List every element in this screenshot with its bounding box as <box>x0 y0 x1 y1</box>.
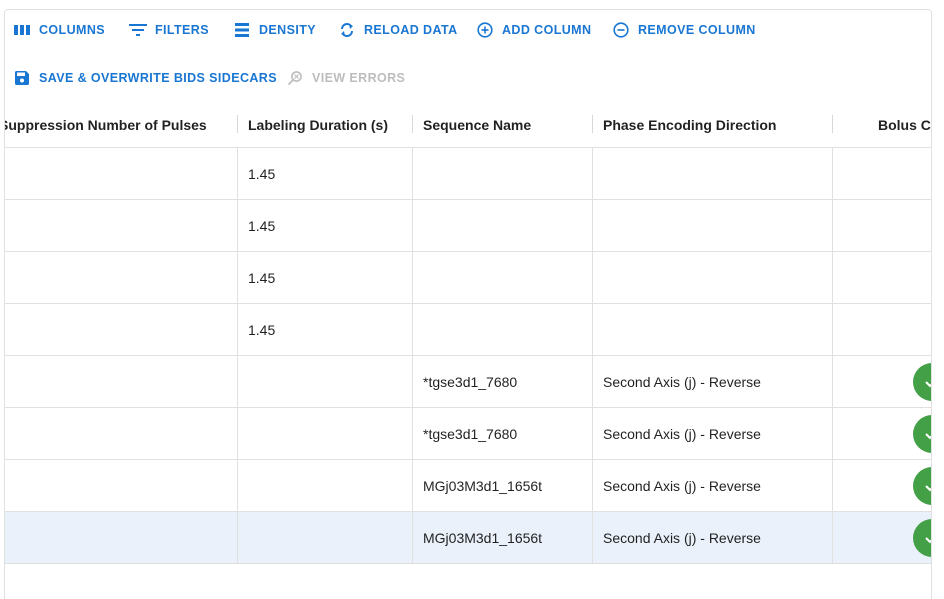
cell-phase-encoding[interactable] <box>593 200 833 252</box>
table-row[interactable]: *tgse3d1_7680 Second Axis (j) - Reverse <box>5 356 931 408</box>
column-header-label: Labeling Duration (s) <box>248 117 388 133</box>
reload-icon <box>338 21 356 39</box>
column-separator[interactable] <box>412 115 413 133</box>
cell-labeling-duration[interactable]: 1.45 <box>238 304 413 356</box>
cell-phase-encoding[interactable]: Second Axis (j) - Reverse <box>593 460 833 512</box>
cell-phase-encoding[interactable]: Second Axis (j) - Reverse <box>593 356 833 408</box>
column-header-label: Sequence Name <box>423 117 532 133</box>
column-header-labeling-duration[interactable]: Labeling Duration (s) <box>248 102 408 148</box>
cell-labeling-duration[interactable]: 1.45 <box>238 200 413 252</box>
cell-bolus[interactable] <box>833 148 931 200</box>
table-row[interactable]: MGj03M3d1_1656t Second Axis (j) - Reverse <box>5 512 931 564</box>
remove-circle-icon <box>612 21 630 39</box>
add-circle-icon <box>476 21 494 39</box>
table-row[interactable]: 1.45 <box>5 304 931 356</box>
search-error-icon <box>286 69 304 87</box>
add-column-button[interactable]: ADD COLUMN <box>476 15 591 45</box>
column-header-suppression-pulses[interactable]: Suppression Number of Pulses <box>4 102 235 148</box>
reload-data-button[interactable]: RELOAD DATA <box>338 15 458 45</box>
cell-bolus[interactable] <box>833 460 931 512</box>
cell-suppression-pulses[interactable] <box>5 408 238 460</box>
cell-bolus[interactable] <box>833 512 931 564</box>
check-icon <box>913 415 931 453</box>
table-row[interactable]: 1.45 <box>5 148 931 200</box>
cell-labeling-duration[interactable] <box>238 512 413 564</box>
save-sidecars-button[interactable]: SAVE & OVERWRITE BIDS SIDECARS <box>13 63 277 93</box>
cell-sequence-name[interactable]: *tgse3d1_7680 <box>413 356 593 408</box>
cell-labeling-duration[interactable] <box>238 460 413 512</box>
remove-column-label: REMOVE COLUMN <box>638 23 756 37</box>
columns-icon <box>13 21 31 39</box>
cell-phase-encoding[interactable] <box>593 304 833 356</box>
cell-phase-encoding[interactable] <box>593 252 833 304</box>
filters-label: FILTERS <box>155 23 209 37</box>
column-header-bolus[interactable]: Bolus Cu <box>878 102 931 148</box>
density-button[interactable]: DENSITY <box>233 15 316 45</box>
check-icon <box>913 519 931 557</box>
density-icon <box>233 21 251 39</box>
cell-bolus[interactable] <box>833 356 931 408</box>
cell-suppression-pulses[interactable] <box>5 200 238 252</box>
filters-button[interactable]: FILTERS <box>129 15 209 45</box>
view-errors-button[interactable]: VIEW ERRORS <box>286 63 405 93</box>
filter-icon <box>129 21 147 39</box>
density-label: DENSITY <box>259 23 316 37</box>
cell-labeling-duration[interactable]: 1.45 <box>238 252 413 304</box>
save-icon <box>13 69 31 87</box>
cell-labeling-duration[interactable] <box>238 356 413 408</box>
cell-bolus[interactable] <box>833 304 931 356</box>
column-header-sequence-name[interactable]: Sequence Name <box>423 102 588 148</box>
save-sidecars-label: SAVE & OVERWRITE BIDS SIDECARS <box>39 71 277 85</box>
table-row[interactable]: MGj03M3d1_1656t Second Axis (j) - Reverse <box>5 460 931 512</box>
cell-sequence-name[interactable]: MGj03M3d1_1656t <box>413 460 593 512</box>
table-row[interactable]: 1.45 <box>5 252 931 304</box>
cell-labeling-duration[interactable]: 1.45 <box>238 148 413 200</box>
cell-sequence-name[interactable] <box>413 148 593 200</box>
column-header-row: Suppression Number of Pulses Labeling Du… <box>5 102 931 148</box>
column-separator[interactable] <box>832 115 833 133</box>
cell-phase-encoding[interactable]: Second Axis (j) - Reverse <box>593 512 833 564</box>
columns-label: COLUMNS <box>39 23 105 37</box>
column-separator[interactable] <box>592 115 593 133</box>
cell-phase-encoding[interactable]: Second Axis (j) - Reverse <box>593 408 833 460</box>
column-separator[interactable] <box>237 115 238 133</box>
grid-toolbar: COLUMNS FILTERS DENSITY RELOAD DATA ADD <box>5 10 931 102</box>
cell-sequence-name[interactable]: MGj03M3d1_1656t <box>413 512 593 564</box>
cell-sequence-name[interactable] <box>413 304 593 356</box>
column-header-label: Suppression Number of Pulses <box>4 117 207 133</box>
columns-button[interactable]: COLUMNS <box>13 15 105 45</box>
column-header-label: Phase Encoding Direction <box>603 117 777 133</box>
grid-body: 1.45 1.45 1.45 1.45 *tgse3d1_7680 Second Axis… <box>5 148 931 564</box>
cell-suppression-pulses[interactable] <box>5 148 238 200</box>
cell-bolus[interactable] <box>833 252 931 304</box>
cell-suppression-pulses[interactable] <box>5 460 238 512</box>
check-icon <box>913 467 931 505</box>
column-header-label: Bolus Cu <box>878 117 931 133</box>
data-grid: COLUMNS FILTERS DENSITY RELOAD DATA ADD <box>4 9 932 599</box>
cell-bolus[interactable] <box>833 408 931 460</box>
column-header-phase-encoding[interactable]: Phase Encoding Direction <box>603 102 828 148</box>
cell-bolus[interactable] <box>833 200 931 252</box>
add-column-label: ADD COLUMN <box>502 23 592 37</box>
cell-suppression-pulses[interactable] <box>5 356 238 408</box>
view-errors-label: VIEW ERRORS <box>312 71 406 85</box>
check-icon <box>913 363 931 401</box>
cell-sequence-name[interactable] <box>413 200 593 252</box>
remove-column-button[interactable]: REMOVE COLUMN <box>612 15 756 45</box>
cell-suppression-pulses[interactable] <box>5 304 238 356</box>
cell-labeling-duration[interactable] <box>238 408 413 460</box>
table-row[interactable]: 1.45 <box>5 200 931 252</box>
cell-sequence-name[interactable]: *tgse3d1_7680 <box>413 408 593 460</box>
cell-suppression-pulses[interactable] <box>5 252 238 304</box>
cell-suppression-pulses[interactable] <box>5 512 238 564</box>
cell-sequence-name[interactable] <box>413 252 593 304</box>
table-row[interactable]: *tgse3d1_7680 Second Axis (j) - Reverse <box>5 408 931 460</box>
reload-data-label: RELOAD DATA <box>364 23 458 37</box>
cell-phase-encoding[interactable] <box>593 148 833 200</box>
